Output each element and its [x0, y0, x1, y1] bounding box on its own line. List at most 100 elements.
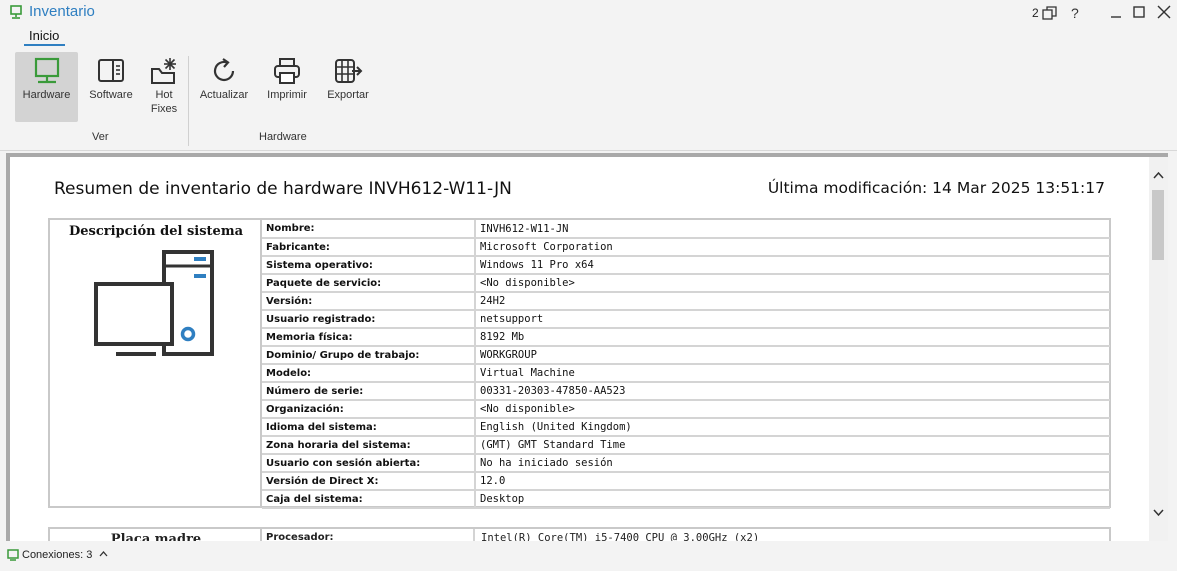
report-title: Resumen de inventario de hardware INVH61… [54, 179, 512, 199]
software-button[interactable]: Software [84, 52, 138, 122]
property-key: Zona horaria del sistema: [262, 436, 476, 455]
property-value: <No disponible> [475, 400, 1110, 419]
property-value: Virtual Machine [475, 364, 1110, 383]
connections-status: Conexiones: 3 [22, 549, 93, 561]
property-row: Idioma del sistema: English (United Kingd… [262, 418, 1110, 437]
property-key: Fabricante: [262, 238, 476, 257]
property-value: Microsoft Corporation [475, 238, 1110, 257]
windows-switch-icon[interactable] [1042, 4, 1058, 22]
system-description-panel: Descripción del sistema [50, 220, 262, 506]
chevron-down-icon[interactable] [1153, 509, 1164, 517]
refresh-label: Actualizar [199, 89, 249, 101]
property-key: Organización: [262, 400, 476, 419]
last-modified: Última modificación: 14 Mar 2025 13:51:1… [767, 179, 1105, 197]
export-button[interactable]: Exportar [322, 52, 374, 122]
property-key: Nombre: [262, 220, 476, 239]
property-row: Usuario registrado: netsupport [262, 310, 1110, 329]
connection-count: 2 [1032, 6, 1039, 20]
property-value: Desktop [475, 490, 1110, 509]
property-row: Fabricante: Microsoft Corporation [262, 238, 1110, 257]
property-value: INVH612-W11-JN [475, 220, 1110, 239]
property-key: Usuario con sesión abierta: [262, 454, 476, 473]
report-page: Resumen de inventario de hardware INVH61… [10, 157, 1149, 541]
help-button[interactable]: ? [1071, 4, 1079, 22]
property-key: Usuario registrado: [262, 310, 476, 329]
hotfixes-label-line2: Fixes [150, 103, 178, 115]
export-label: Exportar [327, 89, 369, 101]
column-divider [473, 529, 475, 541]
property-row: Número de serie: 00331-20303-47850-AA523 [262, 382, 1110, 401]
motherboard-panel: Placa madre [50, 529, 262, 541]
printer-icon [274, 58, 300, 84]
scroll-thumb[interactable] [1152, 190, 1164, 260]
system-description-section: Descripción del sistema Nombre: INVH612-W… [48, 218, 1111, 509]
software-label: Software [89, 89, 133, 101]
ribbon-group-separator [188, 56, 189, 146]
property-row: Usuario con sesión abierta: No ha iniciad… [262, 454, 1110, 473]
property-value: 8192 Mb [475, 328, 1110, 347]
section-title-2: Placa madre [110, 532, 202, 541]
print-button[interactable]: Imprimir [260, 52, 314, 122]
refresh-icon [213, 58, 235, 82]
group-label-hardware: Hardware [259, 131, 307, 143]
desktop-computer-icon [94, 250, 214, 356]
group-label-ver: Ver [92, 131, 109, 143]
status-bar: Conexiones: 3 [0, 541, 1177, 571]
export-icon [335, 59, 363, 83]
property-row: Modelo: Virtual Machine [262, 364, 1110, 383]
hotfix-icon [151, 58, 176, 84]
print-label: Imprimir [267, 89, 307, 101]
property-row: Versión de Direct X: 12.0 [262, 472, 1110, 491]
title-bar: Inventario 2 ? [0, 0, 1177, 26]
property-value: WORKGROUP [475, 346, 1110, 365]
property-row: Nombre: INVH612-W11-JN [262, 220, 1110, 239]
property-row: Sistema operativo: Windows 11 Pro x64 [262, 256, 1110, 275]
property-key: Sistema operativo: [262, 256, 476, 275]
tab-inicio[interactable]: Inicio [29, 28, 59, 43]
property-value: netsupport [475, 310, 1110, 329]
property-value: 12.0 [475, 472, 1110, 491]
motherboard-section: Placa madre Procesador: Intel(R) Core(TM… [48, 527, 1111, 541]
vertical-scrollbar[interactable] [1149, 157, 1168, 541]
close-icon[interactable] [1155, 3, 1173, 21]
property-value: Intel(R) Core(TM) i5-7400 CPU @ 3.00GHz … [481, 532, 760, 541]
refresh-button[interactable]: Actualizar [196, 52, 252, 122]
section-title: Descripción del sistema [68, 224, 243, 239]
property-key: Procesador: [266, 532, 334, 541]
property-row: Organización: <No disponible> [262, 400, 1110, 419]
minimize-icon[interactable] [1107, 3, 1125, 21]
property-value: 00331-20303-47850-AA523 [475, 382, 1110, 401]
window-title: Inventario [29, 3, 95, 20]
property-key: Número de serie: [262, 382, 476, 401]
property-row: Memoria física: 8192 Mb [262, 328, 1110, 347]
hardware-button[interactable]: Hardware [15, 52, 78, 122]
property-value: English (United Kingdom) [475, 418, 1110, 437]
ribbon-divider [0, 150, 1177, 151]
property-row: Dominio/ Grupo de trabajo: WORKGROUP [262, 346, 1110, 365]
chevron-up-icon[interactable] [99, 550, 108, 557]
chevron-up-icon[interactable] [1153, 171, 1164, 179]
property-row: Zona horaria del sistema: (GMT) GMT Stand… [262, 436, 1110, 455]
hotfixes-label-line1: Hot [155, 89, 173, 101]
property-row: Versión: 24H2 [262, 292, 1110, 311]
property-row: Caja del sistema: Desktop [262, 490, 1110, 509]
property-key: Memoria física: [262, 328, 476, 347]
tab-active-indicator [24, 44, 65, 46]
property-key: Modelo: [262, 364, 476, 383]
hardware-icon [34, 57, 59, 84]
property-key: Paquete de servicio: [262, 274, 476, 293]
property-key: Idioma del sistema: [262, 418, 476, 437]
hardware-label: Hardware [22, 89, 71, 101]
hotfixes-button[interactable]: Hot Fixes [144, 52, 184, 122]
system-properties-table: Nombre: INVH612-W11-JN Fabricante: Microsof… [262, 220, 1110, 509]
software-icon [98, 59, 124, 82]
property-value: <No disponible> [475, 274, 1110, 293]
property-value: No ha iniciado sesión [475, 454, 1110, 473]
property-key: Caja del sistema: [262, 490, 476, 509]
property-value: 24H2 [475, 292, 1110, 311]
property-key: Versión: [262, 292, 476, 311]
property-key: Dominio/ Grupo de trabajo: [262, 346, 476, 365]
property-key: Versión de Direct X: [262, 472, 476, 491]
maximize-icon[interactable] [1130, 3, 1148, 21]
computer-icon [10, 5, 22, 19]
